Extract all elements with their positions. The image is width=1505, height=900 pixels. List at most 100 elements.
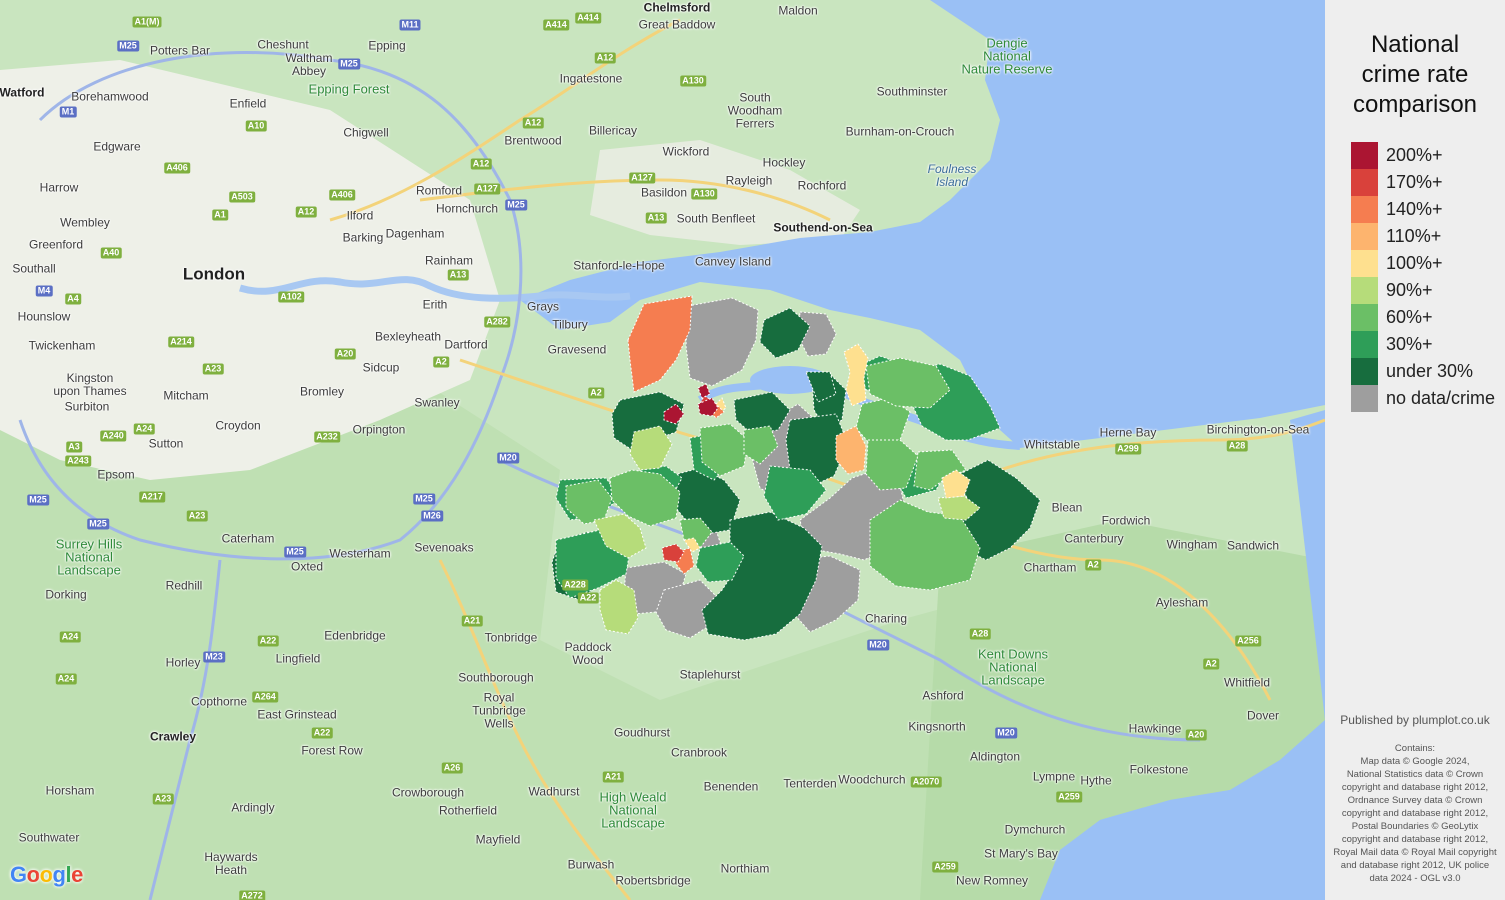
place-label: Mayfield xyxy=(475,832,521,847)
legend-label: 60%+ xyxy=(1386,307,1433,327)
google-logo-letter: e xyxy=(71,862,83,887)
legend-label: 100%+ xyxy=(1386,253,1443,273)
place-label: Kent Downs National Landscape xyxy=(977,646,1049,688)
place-label: Ilford xyxy=(346,208,374,223)
road-shield: A127 xyxy=(474,183,500,195)
place-label: Potters Bar xyxy=(149,43,211,58)
road-shield: A28 xyxy=(969,628,991,640)
place-label: Tilbury xyxy=(552,317,588,332)
road-shield: M20 xyxy=(995,727,1017,739)
road-shield: A130 xyxy=(691,188,717,200)
road-shield: A40 xyxy=(100,247,122,259)
place-label: Waltham Abbey xyxy=(285,51,333,78)
road-shield: A26 xyxy=(441,762,463,774)
road-shield: A127 xyxy=(629,172,655,184)
place-label: Haywards Heath xyxy=(204,850,258,877)
place-label: Birchington-on-Sea xyxy=(1206,422,1310,437)
crime-rate-map[interactable]: Chelmsford Maldon Great Baddow Potters Bar C… xyxy=(0,0,1325,900)
place-label: Aylesham xyxy=(1155,595,1209,610)
place-label: Wadhurst xyxy=(528,784,580,799)
legend-item: 170%+ xyxy=(1351,169,1443,196)
place-label: Herne Bay xyxy=(1099,425,1157,440)
place-label: Dover xyxy=(1246,708,1280,723)
place-label: Erith xyxy=(422,297,448,312)
road-shield: A259 xyxy=(1056,791,1082,803)
publisher-credit: Published by plumplot.co.uk xyxy=(1340,713,1490,727)
place-label: Charing xyxy=(864,611,908,626)
place-label: Lympne xyxy=(1032,769,1076,784)
road-shield: A24 xyxy=(55,673,77,685)
place-label: Redhill xyxy=(165,578,203,593)
place-label: Chelmsford xyxy=(643,0,711,15)
legend-item: 140%+ xyxy=(1351,196,1443,223)
crime-region-nodata-0[interactable] xyxy=(685,297,759,387)
road-shield: A12 xyxy=(522,117,544,129)
place-label: St Mary's Bay xyxy=(984,846,1058,861)
place-label: Epsom xyxy=(97,467,135,482)
road-shield: M26 xyxy=(421,510,443,522)
road-shield: A2070 xyxy=(910,776,942,788)
google-logo-letter: G xyxy=(10,862,27,887)
place-label: Kingsnorth xyxy=(908,719,966,734)
place-label: Forest Row xyxy=(301,743,363,758)
road-shield: A2 xyxy=(1203,658,1219,670)
place-label: Folkestone xyxy=(1129,762,1189,777)
road-shield: A217 xyxy=(139,491,165,503)
place-label: Staplehurst xyxy=(679,667,741,682)
place-label: London xyxy=(182,264,246,284)
place-label: Aldington xyxy=(969,749,1021,764)
road-shield: M25 xyxy=(338,58,360,70)
road-shield: A22 xyxy=(257,635,279,647)
legend-swatch xyxy=(1351,304,1378,331)
legend-swatch xyxy=(1351,169,1378,196)
place-label: Tenterden xyxy=(783,776,837,791)
road-shield: A503 xyxy=(229,191,255,203)
place-label: Hounslow xyxy=(17,309,71,324)
place-label: Bexleyheath xyxy=(374,329,442,344)
legend-label: 140%+ xyxy=(1386,199,1443,219)
place-label: Hawkinge xyxy=(1128,721,1182,736)
place-label: Twickenham xyxy=(28,338,96,353)
road-shield: A264 xyxy=(252,691,278,703)
road-shield: A23 xyxy=(202,363,224,375)
place-label: Dymchurch xyxy=(1004,822,1066,837)
place-label: Whitstable xyxy=(1023,437,1081,452)
place-label: Sutton xyxy=(148,436,184,451)
place-label: Burnham-on-Crouch xyxy=(845,124,955,139)
place-label: Sandwich xyxy=(1226,538,1280,553)
road-shield: A282 xyxy=(484,316,510,328)
road-shield: A12 xyxy=(295,206,317,218)
road-shield: M4 xyxy=(35,285,53,297)
legend-swatch xyxy=(1351,142,1378,169)
legend-swatch xyxy=(1351,358,1378,385)
place-label: Watford xyxy=(0,85,45,100)
place-label: Sevenoaks xyxy=(414,540,474,555)
legend-title: National crime rate comparison xyxy=(1352,31,1478,118)
road-shield: A130 xyxy=(680,75,706,87)
place-label: Gravesend xyxy=(547,342,607,357)
road-shield: A23 xyxy=(186,510,208,522)
place-label: Mitcham xyxy=(163,388,209,403)
place-label: Bromley xyxy=(299,384,345,399)
road-shield: A20 xyxy=(334,348,356,360)
road-shield: A256 xyxy=(1235,635,1261,647)
legend-swatch xyxy=(1351,331,1378,358)
crime-region-140-0[interactable] xyxy=(627,295,693,393)
legend-swatch xyxy=(1351,250,1378,277)
legend-item: 100%+ xyxy=(1351,250,1443,277)
place-label: Blean xyxy=(1051,500,1083,515)
place-label: Orpington xyxy=(352,422,406,437)
place-label: Brentwood xyxy=(504,133,562,148)
road-shield: A24 xyxy=(59,631,81,643)
place-label: Southwater xyxy=(18,830,80,845)
place-label: Grays xyxy=(526,299,560,314)
legend-item: 60%+ xyxy=(1351,304,1433,331)
road-shield: A1 xyxy=(212,209,228,221)
place-label: Sidcup xyxy=(362,360,400,375)
place-label: Crowborough xyxy=(391,785,465,800)
place-label: High Weald National Landscape xyxy=(599,789,667,831)
place-label: Cranbrook xyxy=(670,745,728,760)
road-shield: A214 xyxy=(168,336,194,348)
place-label: Dartford xyxy=(444,337,488,352)
google-logo: Google xyxy=(10,862,83,888)
